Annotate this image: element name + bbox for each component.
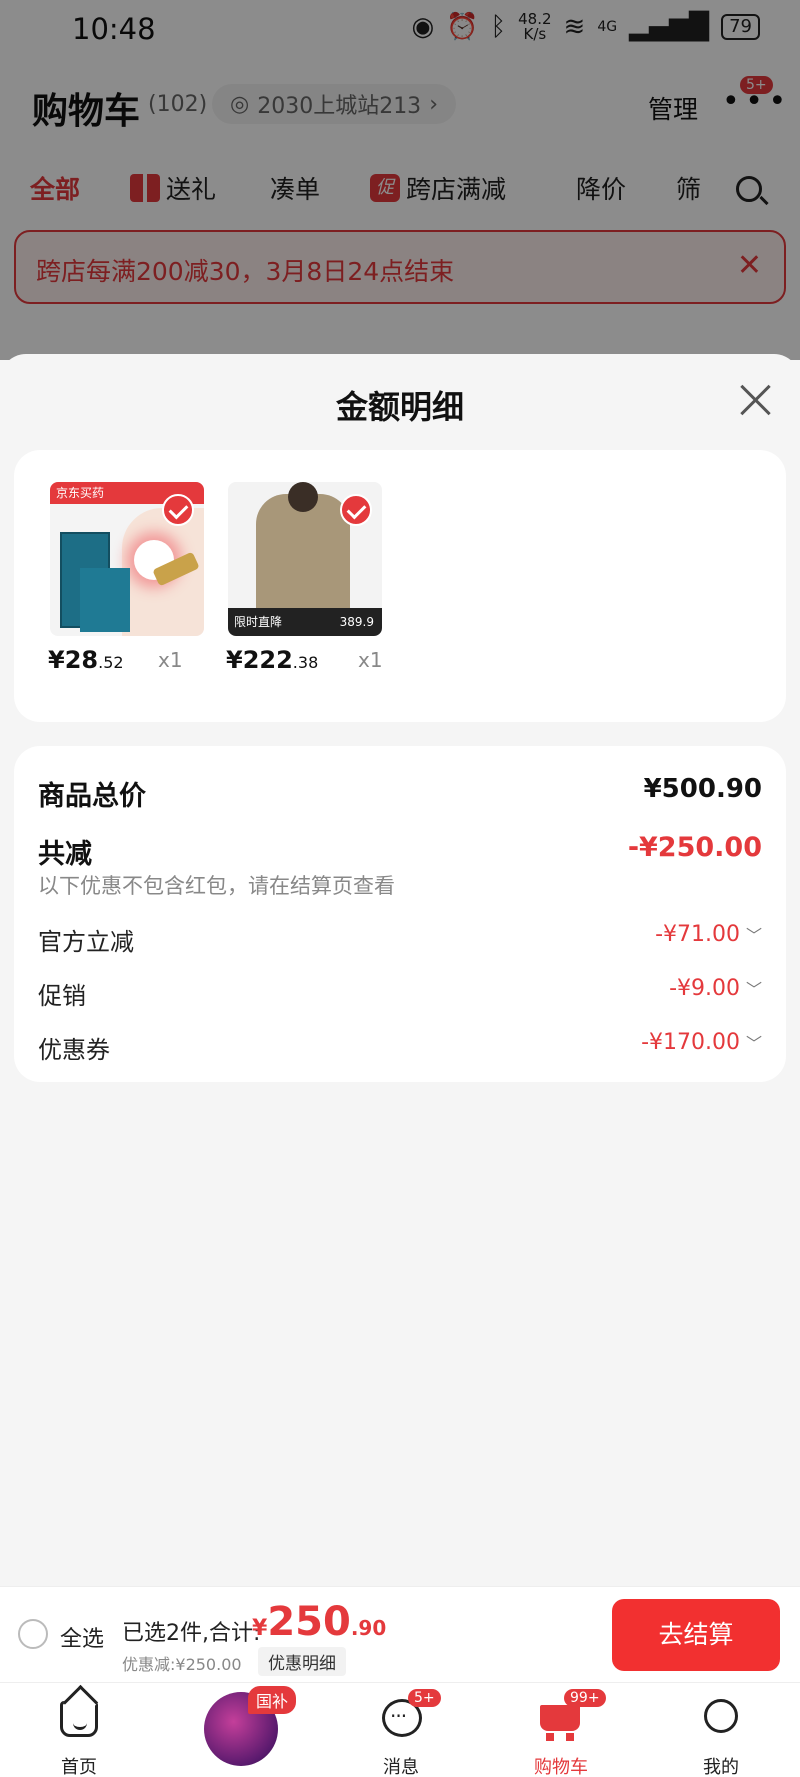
chevron-down-icon: ﹀	[745, 926, 762, 945]
product-item[interactable]: 京东买药	[50, 482, 220, 636]
sheet-title: 金额明细	[335, 388, 464, 426]
discount-value-wrap: -¥9.00 ﹀	[669, 976, 762, 1001]
discount-label: 优惠券	[38, 1036, 110, 1064]
close-icon[interactable]	[738, 382, 772, 416]
selected-summary: 已选2件,合计:	[122, 1621, 261, 1646]
thumbnail-price: 389.9	[339, 615, 374, 629]
thumbnail-tag: 限时直降	[234, 615, 283, 629]
amount-detail-sheet: 金额明细 京东买药 ¥28.52 x1 限时直降 389.9 ¥222.38 x…	[0, 354, 800, 1586]
checkout-button[interactable]: 去结算	[612, 1599, 780, 1671]
product-price: ¥222.38	[226, 646, 318, 674]
product-price-dec: .52	[98, 653, 124, 672]
checkmark-icon	[162, 494, 194, 526]
tab-messages-label: 消息	[383, 1757, 419, 1777]
product-price-int: ¥222	[226, 646, 293, 674]
discount-value-wrap: -¥71.00 ﹀	[655, 922, 762, 947]
cart-icon	[540, 1705, 580, 1741]
total-value: ¥500.90	[643, 774, 762, 804]
modal-overlay[interactable]	[0, 0, 800, 360]
total-currency: ¥	[252, 1616, 268, 1641]
cart-badge: 99+	[564, 1689, 606, 1707]
product-qty: x1	[158, 648, 183, 672]
product-thumbnail: 京东买药	[50, 482, 204, 636]
messages-badge: 5+	[408, 1689, 441, 1707]
reduce-label: 共减	[38, 839, 92, 870]
chevron-down-icon: ﹀	[745, 980, 762, 999]
summary-card: 商品总价 ¥500.90 共减 -¥250.00 以下优惠不包含红包，请在结算页…	[14, 746, 786, 1082]
select-all-label[interactable]: 全选	[60, 1621, 104, 1653]
discount-value: -¥170.00	[641, 1030, 740, 1055]
thumbnail-strip: 限时直降 389.9	[228, 608, 382, 636]
discount-value: -¥9.00	[669, 976, 740, 1001]
reduce-value: -¥250.00	[627, 832, 762, 863]
product-item[interactable]: 限时直降 389.9	[228, 482, 398, 636]
discount-value: -¥71.00	[655, 922, 740, 947]
checkout-bar: 全选 已选2件,合计: ¥250.90 优惠减:¥250.00 优惠明细 去结算	[0, 1586, 800, 1682]
chevron-down-icon: ﹀	[745, 1034, 762, 1053]
discount-label: 官方立减	[38, 928, 134, 956]
select-all-checkbox[interactable]	[18, 1619, 48, 1649]
product-price-int: ¥28	[48, 646, 99, 674]
reduce-note: 以下优惠不包含红包，请在结算页查看	[38, 874, 395, 898]
products-card: 京东买药 ¥28.52 x1 限时直降 389.9 ¥222.38 x1	[14, 450, 786, 722]
product-price-dec: .38	[292, 653, 319, 672]
discount-value-wrap: -¥170.00 ﹀	[641, 1030, 762, 1055]
total-dec: .90	[350, 1616, 387, 1640]
tab-me-label: 我的	[703, 1757, 739, 1777]
discount-label: 促销	[38, 982, 86, 1010]
tab-cart-label: 购物车	[534, 1757, 588, 1777]
discount-note: 优惠减:¥250.00	[122, 1655, 242, 1674]
total-price: ¥250.90	[252, 1599, 386, 1645]
total-int: 250	[267, 1599, 351, 1645]
promo-badge: 国补	[248, 1686, 297, 1714]
product-thumbnail: 限时直降 389.9	[228, 482, 382, 636]
product-qty: x1	[358, 648, 383, 672]
user-icon	[704, 1699, 738, 1733]
product-price: ¥28.52	[48, 646, 124, 674]
total-label: 商品总价	[38, 781, 146, 812]
home-icon	[60, 1701, 98, 1737]
checkmark-icon	[340, 494, 372, 526]
tab-home-label: 首页	[61, 1757, 97, 1777]
discount-detail-button[interactable]: 优惠明细	[258, 1647, 346, 1676]
bottom-tab-bar: 首页 5+ 消息 99+ 购物车 我的	[0, 1682, 800, 1777]
